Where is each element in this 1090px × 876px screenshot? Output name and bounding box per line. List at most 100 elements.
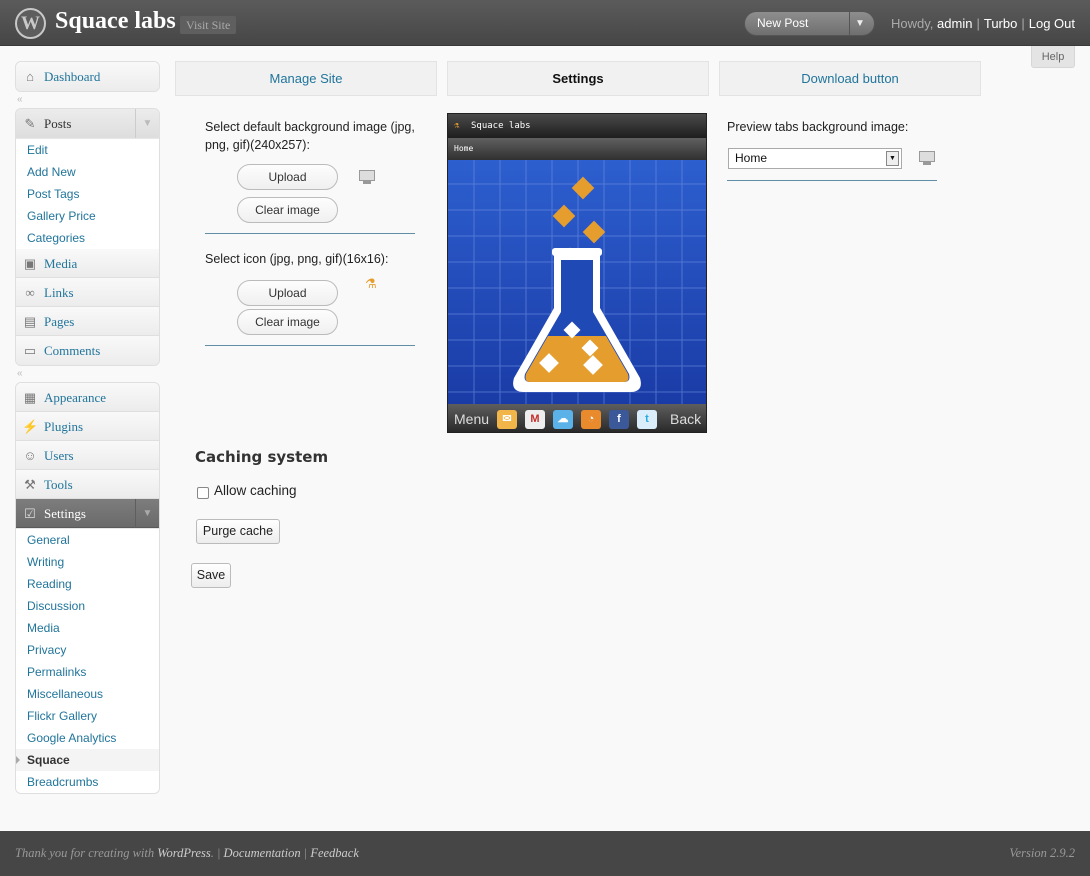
caching-title: Caching system — [195, 448, 329, 466]
phone-title: Squace labs — [471, 121, 531, 131]
wordpress-link[interactable]: WordPress — [157, 846, 210, 860]
new-post-label: New Post — [757, 16, 809, 30]
menu-users[interactable]: ☺ Users — [16, 441, 159, 470]
submenu-item-flickr-gallery[interactable]: Flickr Gallery — [16, 705, 159, 727]
settings-icon: ☑ — [24, 506, 36, 521]
facebook-icon: f — [609, 410, 629, 429]
admin-sidebar: ⌂ Dashboard « ✎ Posts ▼ Edit Add New Pos… — [15, 61, 160, 794]
divider — [205, 233, 415, 234]
submenu-item-discussion[interactable]: Discussion — [16, 595, 159, 617]
submenu-item-add-new[interactable]: Add New — [16, 161, 159, 183]
tab-manage-site[interactable]: Manage Site — [175, 61, 437, 96]
chevron-down-icon[interactable]: ▼ — [886, 151, 899, 166]
submenu-item-post-tags[interactable]: Post Tags — [16, 183, 159, 205]
bg-image-label: Select default background image (jpg, pn… — [205, 120, 415, 152]
menu-pages-label: Pages — [44, 314, 75, 329]
submenu-item-general[interactable]: General — [16, 529, 159, 551]
icon-clear-image-button[interactable]: Clear image — [237, 309, 338, 335]
twitter-icon: t — [637, 410, 657, 429]
chevron-down-icon[interactable]: ▼ — [855, 12, 865, 35]
cloud-icon: ☁ — [553, 410, 573, 429]
submenu-item-google-analytics[interactable]: Google Analytics — [16, 727, 159, 749]
image-preview-icon — [919, 151, 935, 165]
phone-title-bar: ⚗ Squace labs — [448, 114, 706, 138]
footer-left: Thank you for creating with WordPress. |… — [15, 846, 359, 860]
feedback-link[interactable]: Feedback — [310, 846, 359, 860]
submenu-item-media[interactable]: Media — [16, 617, 159, 639]
phone-background-image — [448, 160, 706, 404]
menu-users-label: Users — [44, 448, 74, 463]
icon-upload-button[interactable]: Upload — [237, 280, 338, 306]
submenu-item-permalinks[interactable]: Permalinks — [16, 661, 159, 683]
menu-dashboard[interactable]: ⌂ Dashboard — [16, 62, 159, 91]
menu-plugins-label: Plugins — [44, 419, 84, 434]
gmail-icon: M — [525, 410, 545, 429]
submenu-item-miscellaneous[interactable]: Miscellaneous — [16, 683, 159, 705]
home-icon: ⌂ — [26, 69, 34, 84]
pin-icon: ✎ — [24, 116, 36, 131]
username-link[interactable]: admin — [937, 16, 972, 31]
chevron-down-icon[interactable]: ▼ — [135, 499, 159, 528]
menu-settings-label: Settings — [44, 506, 86, 521]
menu-separator[interactable]: « — [15, 92, 160, 108]
submenu-item-categories[interactable]: Categories — [16, 227, 159, 249]
purge-cache-button[interactable]: Purge cache — [196, 519, 280, 544]
users-icon: ☺ — [23, 448, 37, 463]
menu-tools[interactable]: ⚒ Tools — [16, 470, 159, 499]
new-post-divider — [849, 12, 850, 35]
pages-icon: ▤ — [23, 314, 37, 329]
tools-icon: ⚒ — [24, 477, 36, 492]
phone-tab-bar: Home — [448, 138, 706, 160]
new-post-button[interactable]: New Post ▼ — [744, 11, 875, 36]
menu-group-admin: ▦ Appearance ⚡ Plugins ☺ Users ⚒ Tools ☑… — [15, 382, 160, 794]
save-button[interactable]: Save — [191, 563, 231, 588]
site-title[interactable]: Squace labs — [55, 8, 176, 35]
allow-caching-label[interactable]: Allow caching — [214, 483, 297, 498]
preview-tabs-select[interactable]: Home ▼ — [728, 148, 902, 169]
help-button[interactable]: Help — [1031, 46, 1075, 68]
bg-clear-image-button[interactable]: Clear image — [237, 197, 338, 223]
menu-posts[interactable]: ✎ Posts ▼ — [16, 109, 159, 138]
menu-links[interactable]: ∞ Links — [16, 278, 159, 307]
submenu-item-privacy[interactable]: Privacy — [16, 639, 159, 661]
bg-upload-button[interactable]: Upload — [237, 164, 338, 190]
rss-icon: ◔ — [581, 410, 601, 429]
menu-posts-label: Posts — [44, 116, 72, 131]
tab-download-button[interactable]: Download button — [719, 61, 981, 96]
image-preview-icon — [359, 170, 375, 184]
allow-caching-checkbox[interactable] — [197, 487, 209, 499]
menu-links-label: Links — [44, 285, 74, 300]
menu-plugins[interactable]: ⚡ Plugins — [16, 412, 159, 441]
preview-tabs-label: Preview tabs background image: — [727, 120, 909, 134]
wordpress-logo-icon[interactable]: W — [15, 8, 46, 39]
submenu-item-writing[interactable]: Writing — [16, 551, 159, 573]
menu-appearance[interactable]: ▦ Appearance — [16, 383, 159, 412]
submenu-item-reading[interactable]: Reading — [16, 573, 159, 595]
menu-group-content: ✎ Posts ▼ Edit Add New Post Tags Gallery… — [15, 108, 160, 366]
flask-icon: ⚗ — [454, 121, 460, 131]
admin-header: W Squace labs Visit Site New Post ▼ Howd… — [0, 0, 1090, 46]
submenu-item-breadcrumbs[interactable]: Breadcrumbs — [16, 771, 159, 793]
menu-settings[interactable]: ☑ Settings ▼ — [16, 499, 159, 528]
settings-submenu: General Writing Reading Discussion Media… — [16, 528, 159, 793]
posts-submenu: Edit Add New Post Tags Gallery Price Cat… — [16, 138, 159, 249]
admin-footer: Thank you for creating with WordPress. |… — [0, 831, 1090, 876]
menu-pages[interactable]: ▤ Pages — [16, 307, 159, 336]
plug-icon: ⚡ — [22, 419, 39, 434]
submenu-item-gallery-price[interactable]: Gallery Price — [16, 205, 159, 227]
menu-separator[interactable]: « — [15, 366, 160, 382]
user-links: Howdy, admin | Turbo | Log Out — [891, 16, 1075, 31]
documentation-link[interactable]: Documentation — [224, 846, 301, 860]
logout-link[interactable]: Log Out — [1029, 16, 1075, 31]
menu-media[interactable]: ▣ Media — [16, 249, 159, 278]
menu-tools-label: Tools — [44, 477, 73, 492]
chevron-down-icon[interactable]: ▼ — [135, 109, 159, 138]
icon-label: Select icon (jpg, png, gif)(16x16): — [205, 252, 389, 266]
submenu-item-squace[interactable]: Squace — [16, 749, 159, 771]
menu-dashboard-label: Dashboard — [44, 69, 101, 84]
menu-comments[interactable]: ▭ Comments — [16, 336, 159, 365]
tab-settings[interactable]: Settings — [447, 61, 709, 96]
turbo-link[interactable]: Turbo — [984, 16, 1017, 31]
submenu-item-edit[interactable]: Edit — [16, 139, 159, 161]
visit-site-button[interactable]: Visit Site — [180, 16, 237, 34]
